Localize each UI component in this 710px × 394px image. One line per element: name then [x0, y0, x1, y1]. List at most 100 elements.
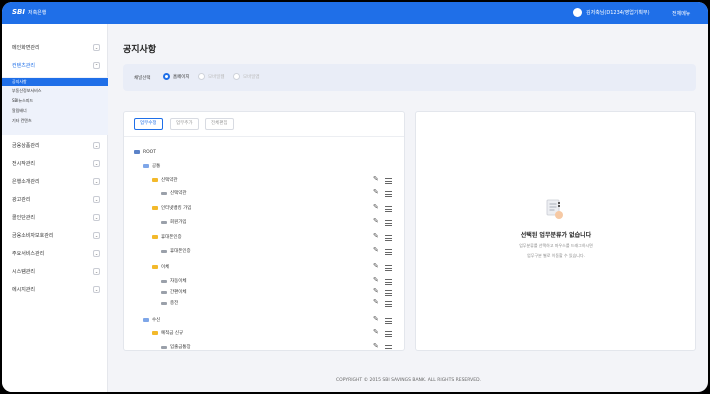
drag-handle-icon[interactable]: [385, 279, 392, 285]
chevron-down-icon[interactable]: ⌄: [93, 214, 100, 221]
leaf-icon: [161, 301, 167, 305]
pencil-icon[interactable]: ✎: [373, 175, 379, 183]
submenu-item-real-estate[interactable]: 부동산정보서비스: [2, 87, 108, 95]
pencil-icon[interactable]: ✎: [373, 188, 379, 196]
radio-mobile-web[interactable]: 모바일웹: [198, 73, 225, 80]
tree-node-label: 신택약관: [170, 191, 187, 196]
submenu-item-newsfeed[interactable]: SBI뉴스피드: [2, 97, 108, 105]
edit-task-button[interactable]: 업무수정: [134, 118, 163, 130]
chevron-down-icon[interactable]: ⌄: [93, 250, 100, 257]
tree-node-root[interactable]: ROOT: [134, 147, 156, 157]
drag-handle-icon[interactable]: [385, 206, 392, 212]
folder-icon: [134, 150, 140, 154]
tree-node[interactable]: 예적금 신규: [152, 328, 183, 338]
chevron-down-icon[interactable]: ⌄: [93, 196, 100, 203]
tree-node-label: 자동이체: [170, 279, 187, 284]
radio-unchecked-icon[interactable]: [198, 73, 205, 80]
pencil-icon[interactable]: ✎: [373, 262, 379, 270]
sidebar-item-call-group[interactable]: 콜인단관리 ⌄: [2, 211, 108, 223]
detail-panel: 선택된 업무분류가 없습니다 업무분류를 선택하고 마우스를 드래그하시면 업무…: [415, 111, 696, 351]
drag-handle-icon[interactable]: [385, 345, 392, 350]
sidebar-item-message[interactable]: 에시지관리 ⌄: [2, 283, 108, 295]
top-bar: SBI 저축은행 김저축님(D1234/영업기획부) 전체메뉴: [2, 2, 708, 24]
radio-unchecked-icon[interactable]: [233, 73, 240, 80]
sidebar-item-main-screen[interactable]: 메인화면관리 ⌄: [2, 41, 108, 53]
folder-icon: [152, 331, 158, 335]
drag-handle-icon[interactable]: [385, 301, 392, 307]
folder-icon: [152, 265, 158, 269]
sidebar-item-label: 컨텐츠관리: [12, 63, 36, 69]
drag-handle-icon[interactable]: [385, 178, 392, 184]
drag-handle-icon[interactable]: [385, 290, 392, 296]
radio-checked-icon[interactable]: [163, 73, 170, 80]
tree-node-label: 회원가입: [170, 220, 187, 225]
folder-icon: [143, 318, 149, 322]
tree-node[interactable]: 충전: [161, 298, 178, 308]
pencil-icon[interactable]: ✎: [373, 246, 379, 254]
chevron-down-icon[interactable]: ⌄: [93, 142, 100, 149]
pencil-icon[interactable]: ✎: [373, 342, 379, 350]
tree-node[interactable]: 자동이체: [161, 276, 187, 286]
tree-node[interactable]: 휴대폰인증: [152, 232, 182, 242]
sidebar-item-ads[interactable]: 광고관리 ⌄: [2, 193, 108, 205]
tree-node-label: 이체: [161, 265, 170, 270]
drag-handle-icon[interactable]: [385, 220, 392, 226]
pencil-icon[interactable]: ✎: [373, 298, 379, 306]
drag-handle-icon[interactable]: [385, 191, 392, 197]
pencil-icon[interactable]: ✎: [373, 217, 379, 225]
chevron-down-icon[interactable]: ⌄: [93, 232, 100, 239]
radio-label: 홈페이지: [173, 74, 190, 80]
tree-node[interactable]: 신택약관: [161, 188, 187, 198]
tree-node[interactable]: 간편이체: [161, 287, 187, 297]
radio-homepage[interactable]: 홈페이지: [163, 73, 190, 80]
bank-logo[interactable]: SBI 저축은행: [12, 8, 46, 16]
drag-handle-icon[interactable]: [385, 318, 392, 324]
chevron-down-icon[interactable]: ⌄: [93, 286, 100, 293]
pencil-icon[interactable]: ✎: [373, 232, 379, 240]
sidebar-item-contents[interactable]: 컨텐츠관리 ⌃: [2, 59, 108, 71]
app-window: SBI 저축은행 김저축님(D1234/영업기획부) 전체메뉴 메인화면관리 ⌄…: [2, 2, 708, 392]
chevron-down-icon[interactable]: ⌄: [93, 44, 100, 51]
tree-node-label: 휴대폰인증: [170, 249, 191, 254]
radio-mobile-app[interactable]: 모바일앱: [233, 73, 260, 80]
sidebar-item-label: 시스템관리: [12, 269, 36, 275]
sidebar-item-bank-intro[interactable]: 은행소개관리 ⌄: [2, 175, 108, 187]
chevron-down-icon[interactable]: ⌄: [93, 160, 100, 167]
folder-icon: [143, 164, 149, 168]
tree-node[interactable]: 이체: [152, 262, 169, 272]
tree-node[interactable]: 공통: [143, 161, 160, 171]
edit-all-button[interactable]: 전체편집: [205, 118, 234, 130]
drag-handle-icon[interactable]: [385, 331, 392, 337]
tree-node[interactable]: 신택약관: [152, 175, 178, 185]
drag-handle-icon[interactable]: [385, 249, 392, 255]
add-task-button[interactable]: 업무추가: [170, 118, 199, 130]
pencil-icon[interactable]: ✎: [373, 203, 379, 211]
submenu-item-banner[interactable]: 알림배너: [2, 107, 108, 115]
drag-handle-icon[interactable]: [385, 235, 392, 241]
sidebar-item-main-services[interactable]: 주요서비스관리 ⌄: [2, 247, 108, 259]
channel-label: 채널선택: [134, 76, 151, 81]
pencil-icon[interactable]: ✎: [373, 287, 379, 295]
sidebar-item-consumer-protection[interactable]: 금융소비자보호관리 ⌄: [2, 229, 108, 241]
chevron-down-icon[interactable]: ⌄: [93, 268, 100, 275]
pencil-icon[interactable]: ✎: [373, 315, 379, 323]
sidebar-item-system[interactable]: 시스템관리 ⌄: [2, 265, 108, 277]
tree-node[interactable]: 입출금통장: [161, 342, 191, 350]
submenu-item-notice[interactable]: 공지사항: [2, 78, 108, 86]
tree-node[interactable]: 휴대폰인증: [161, 246, 191, 256]
user-info[interactable]: 김저축님(D1234/영업기획부): [573, 8, 650, 17]
leaf-icon: [161, 249, 167, 253]
drag-handle-icon[interactable]: [385, 265, 392, 271]
tree-node[interactable]: 회원가입: [161, 217, 187, 227]
chevron-up-icon[interactable]: ⌃: [93, 62, 100, 69]
pencil-icon[interactable]: ✎: [373, 328, 379, 336]
sidebar-item-exhibition[interactable]: 전시작관리 ⌄: [2, 157, 108, 169]
sidebar-item-products[interactable]: 금융상품관리 ⌄: [2, 139, 108, 151]
tree-node[interactable]: 인터넷뱅킹 가입: [152, 203, 191, 213]
sidebar-item-label: 금융소비자보호관리: [12, 233, 54, 239]
submenu-item-other[interactable]: 기타 컨텐츠: [2, 117, 108, 125]
tree-node[interactable]: 수신: [143, 315, 160, 325]
chevron-down-icon[interactable]: ⌄: [93, 178, 100, 185]
pencil-icon[interactable]: ✎: [373, 276, 379, 284]
all-menu-button[interactable]: 전체메뉴: [672, 10, 690, 17]
